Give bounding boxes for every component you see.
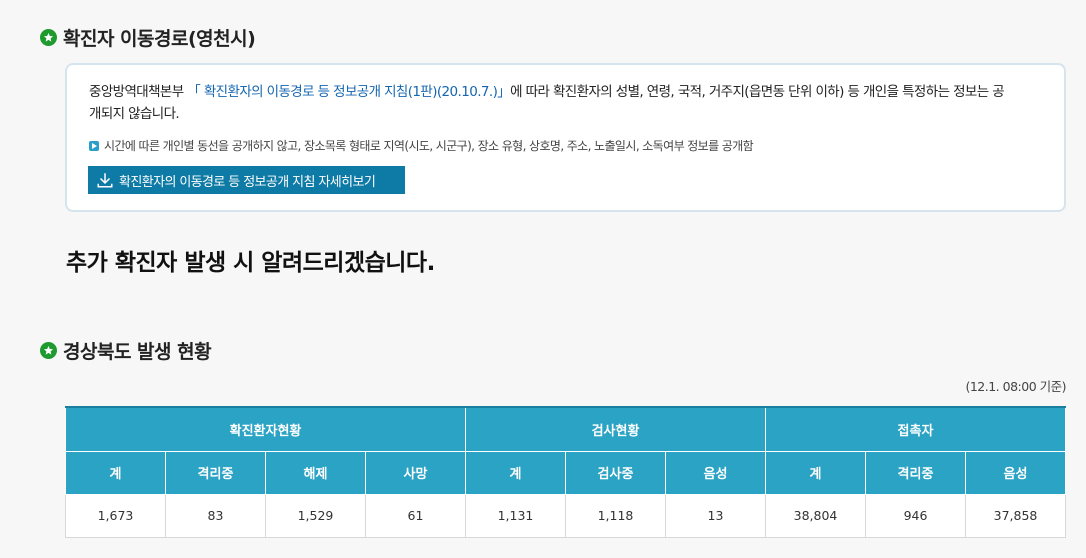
group-header-confirmed: 확진환자현황 (65, 406, 466, 452)
table-cell: 1,673 (65, 493, 166, 538)
star-icon (40, 342, 57, 359)
download-icon (97, 173, 113, 188)
group-header-contacts: 접촉자 (765, 406, 1066, 452)
table-cell: 1,118 (565, 493, 666, 538)
group-header-tests: 검사현황 (465, 406, 766, 452)
column-header: 해제 (265, 450, 366, 495)
table-cell: 13 (665, 493, 766, 538)
notice-bullet-text: 시간에 따른 개인별 동선을 공개하지 않고, 장소목록 형태로 지역(시도, … (104, 139, 754, 153)
column-header: 검사중 (565, 450, 666, 495)
table-cell: 38,804 (765, 493, 866, 538)
section-title-status: 경상북도 발생 현황 (40, 337, 212, 364)
section-title-text: 확진자 이동경로(영천시) (63, 28, 256, 50)
bullet-arrow-icon (89, 140, 99, 151)
basis-timestamp: (12.1. 08:00 기준) (965, 379, 1066, 394)
column-header: 격리중 (865, 450, 966, 495)
status-table: 확진환자현황 검사현황 접촉자 계 격리중 해제 사망 계 검사중 음성 계 격… (65, 406, 1066, 538)
guideline-link[interactable]: 「 확진환자의 이동경로 등 정보공개 지침(1판)(20.10.7.)」 (187, 84, 510, 100)
column-header: 계 (765, 450, 866, 495)
notice-prefix: 중앙방역대책본부 (89, 84, 188, 100)
table-cell: 83 (165, 493, 266, 538)
table-cell: 37,858 (965, 493, 1066, 538)
star-icon (40, 29, 57, 46)
table-cell: 946 (865, 493, 966, 538)
table-cell: 61 (365, 493, 466, 538)
column-header: 격리중 (165, 450, 266, 495)
table-cell: 1,131 (465, 493, 566, 538)
notice-box: 중앙방역대책본부 「 확진환자의 이동경로 등 정보공개 지침(1판)(20.1… (65, 63, 1066, 212)
table-row: 1,673 83 1,529 61 1,131 1,118 13 38,804 … (65, 493, 1066, 538)
column-header: 음성 (665, 450, 766, 495)
column-header: 계 (465, 450, 566, 495)
column-header: 계 (65, 450, 166, 495)
announcement-text: 추가 확진자 발생 시 알려드리겠습니다. (66, 250, 435, 276)
guideline-detail-button[interactable]: 확진환자의 이동경로 등 정보공개 지침 자세히보기 (88, 166, 405, 194)
table-cell: 1,529 (265, 493, 366, 538)
notice-bullet: 시간에 따른 개인별 동선을 공개하지 않고, 장소목록 형태로 지역(시도, … (89, 137, 754, 154)
guideline-detail-label: 확진환자의 이동경로 등 정보공개 지침 자세히보기 (119, 174, 376, 190)
column-header: 사망 (365, 450, 466, 495)
section-title-movement: 확진자 이동경로(영천시) (40, 24, 256, 51)
section-title-text: 경상북도 발생 현황 (63, 341, 212, 363)
column-header: 음성 (965, 450, 1066, 495)
notice-text: 중앙방역대책본부 「 확진환자의 이동경로 등 정보공개 지침(1판)(20.1… (89, 81, 1009, 125)
